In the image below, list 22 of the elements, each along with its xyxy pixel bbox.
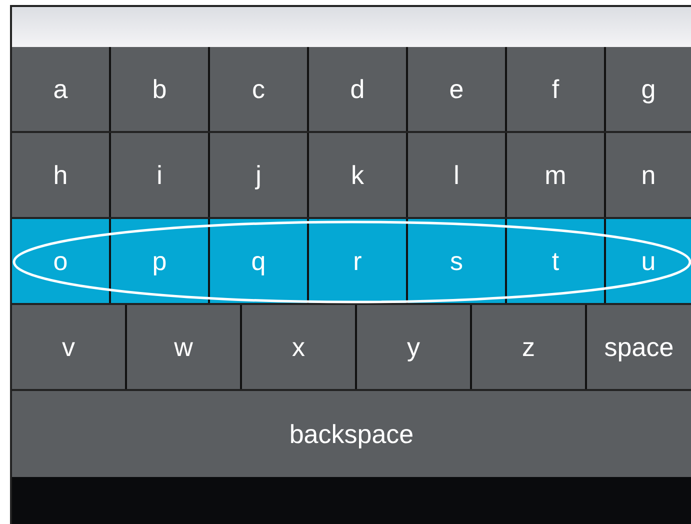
keyboard-key[interactable]: j [210,133,307,217]
keyboard-key[interactable]: k [309,133,406,217]
keyboard-key[interactable]: x [242,305,355,389]
keyboard-key[interactable]: g [606,47,691,131]
keyboard-key[interactable]: n [606,133,691,217]
keyboard-key[interactable]: v [12,305,125,389]
keyboard-key[interactable]: d [309,47,406,131]
keyboard-key[interactable]: i [111,133,208,217]
keyboard-key[interactable]: a [12,47,109,131]
keyboard-key[interactable]: h [12,133,109,217]
keyboard-key[interactable]: w [127,305,240,389]
keyboard-key[interactable]: z [472,305,585,389]
keyboard-key[interactable]: b [111,47,208,131]
text-input-field[interactable] [12,7,691,47]
keyboard-key[interactable]: c [210,47,307,131]
keyboard-key[interactable]: m [507,133,604,217]
keyboard-key[interactable]: e [408,47,505,131]
keyboard-key[interactable]: y [357,305,470,389]
keyboard-key[interactable]: l [408,133,505,217]
keyboard-key[interactable]: f [507,47,604,131]
keyboard-key[interactable]: backspace [12,391,691,477]
keyboard-key[interactable]: space [587,305,691,389]
